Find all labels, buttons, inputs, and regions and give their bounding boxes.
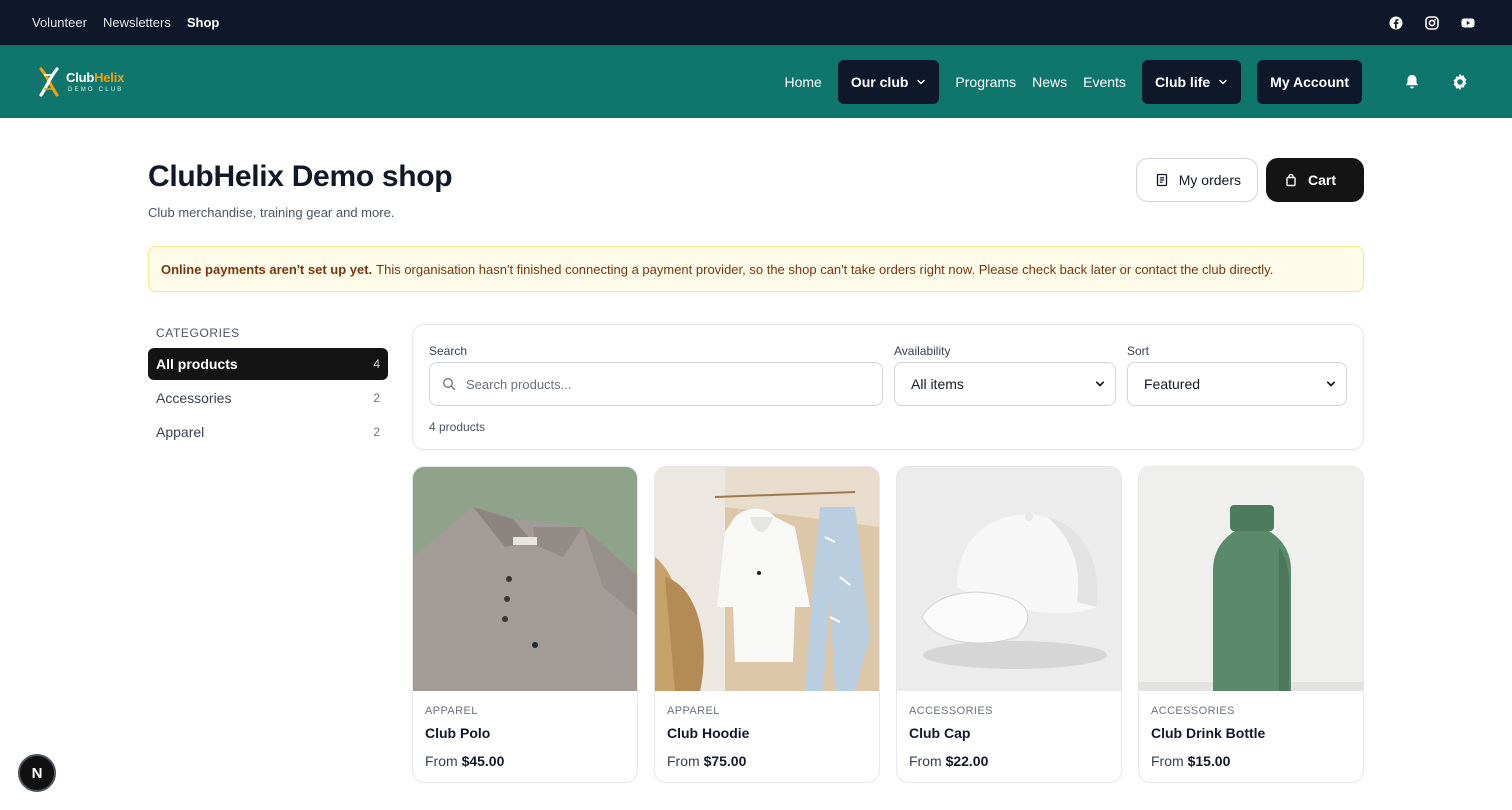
price-value: $15.00: [1187, 753, 1231, 769]
nav-items: Home Our club Programs News Events Club …: [777, 59, 1362, 104]
shopping-bag-icon: [1284, 173, 1298, 187]
price-prefix: From: [909, 753, 942, 769]
alert-heading: Online payments aren't set up yet.: [161, 261, 373, 277]
chevron-down-icon: [916, 77, 926, 87]
product-price: From $22.00: [909, 753, 988, 769]
instagram-icon[interactable]: [1425, 15, 1439, 30]
sort-select[interactable]: Featured: [1127, 362, 1347, 406]
product-category: APPAREL: [425, 705, 478, 717]
product-image-hoodie: [655, 467, 879, 691]
nav-our-club-label: Our club: [850, 73, 909, 90]
product-name: Club Drink Bottle: [1151, 725, 1266, 741]
youtube-icon[interactable]: [1461, 16, 1475, 30]
search-label: Search: [429, 344, 468, 358]
category-label: All products: [156, 356, 238, 372]
my-orders-button[interactable]: My orders: [1135, 158, 1258, 202]
utility-links: Volunteer Newsletters Shop: [32, 15, 219, 30]
cart-label: Cart: [1307, 172, 1336, 188]
cart-button[interactable]: Cart: [1265, 158, 1364, 202]
product-category: ACCESSORIES: [1151, 705, 1235, 717]
price-value: $22.00: [945, 753, 989, 769]
helix-logo-icon: [39, 66, 59, 97]
social-links: [1389, 15, 1480, 30]
price-prefix: From: [425, 753, 458, 769]
alert-text: This organisation hasn't finished connec…: [376, 261, 1274, 277]
product-name: Club Polo: [425, 725, 491, 741]
product-name: Club Cap: [909, 725, 971, 741]
product-price: From $15.00: [1151, 753, 1230, 769]
nav-club-life-label: Club life: [1154, 73, 1211, 90]
product-image-bottle: [1139, 467, 1363, 691]
price-value: $45.00: [461, 753, 505, 769]
category-apparel[interactable]: Apparel 2: [148, 416, 388, 448]
gear-icon[interactable]: [1450, 72, 1470, 92]
sort-label: Sort: [1127, 344, 1150, 358]
chevron-down-icon: [1218, 77, 1228, 87]
main-navigation: ClubHelix DEMO CLUB Home Our club Progra…: [0, 45, 1512, 118]
logo-name: ClubHelix: [66, 71, 124, 84]
nav-home[interactable]: Home: [777, 74, 830, 90]
payment-warning-banner: Online payments aren't set up yet. This …: [148, 246, 1364, 292]
product-price: From $45.00: [425, 753, 504, 769]
product-category: ACCESSORIES: [909, 705, 993, 717]
chevron-down-icon: [1095, 379, 1105, 389]
price-prefix: From: [667, 753, 700, 769]
category-label: Accessories: [156, 390, 232, 406]
dev-tools-badge[interactable]: N: [18, 754, 56, 792]
category-count: 2: [373, 391, 380, 405]
category-accessories[interactable]: Accessories 2: [148, 382, 388, 414]
header-actions: My orders Cart: [1135, 158, 1364, 202]
newsletters-link[interactable]: Newsletters: [103, 15, 171, 30]
availability-value: All items: [911, 376, 964, 392]
receipt-icon: [1155, 173, 1169, 187]
category-all-products[interactable]: All products 4: [148, 348, 388, 380]
logo-text: ClubHelix DEMO CLUB: [66, 71, 124, 93]
nav-our-club-dropdown[interactable]: Our club: [837, 59, 940, 104]
page-title: ClubHelix Demo shop: [148, 160, 453, 193]
volunteer-link[interactable]: Volunteer: [32, 15, 87, 30]
availability-select[interactable]: All items: [894, 362, 1116, 406]
category-label: Apparel: [156, 424, 205, 440]
category-list: All products 4 Accessories 2 Apparel 2: [148, 348, 388, 450]
product-card[interactable]: ACCESSORIES Club Cap From $22.00: [896, 466, 1122, 783]
product-card[interactable]: ACCESSORIES Club Drink Bottle From $15.0…: [1138, 466, 1364, 783]
nav-my-account-button[interactable]: My Account: [1257, 59, 1362, 104]
shop-link[interactable]: Shop: [187, 15, 220, 30]
logo-name-part1: Club: [66, 69, 95, 85]
category-count: 2: [373, 425, 380, 439]
utility-bar: Volunteer Newsletters Shop: [0, 0, 1512, 45]
price-value: $75.00: [703, 753, 747, 769]
product-category: APPAREL: [667, 705, 720, 717]
nav-icon-group: [1402, 72, 1470, 92]
price-prefix: From: [1151, 753, 1184, 769]
product-count: 4 products: [429, 420, 486, 434]
facebook-icon[interactable]: [1389, 16, 1403, 30]
product-name: Club Hoodie: [667, 725, 750, 741]
sort-value: Featured: [1144, 376, 1201, 392]
search-input[interactable]: [466, 376, 870, 392]
nav-programs[interactable]: Programs: [947, 74, 1024, 90]
availability-label: Availability: [894, 344, 951, 358]
nav-club-life-dropdown[interactable]: Club life: [1141, 59, 1242, 104]
product-price: From $75.00: [667, 753, 746, 769]
my-orders-label: My orders: [1178, 172, 1241, 188]
search-box[interactable]: [429, 362, 883, 406]
product-card[interactable]: APPAREL Club Hoodie From $75.00: [654, 466, 880, 783]
product-card[interactable]: APPAREL Club Polo From $45.00: [412, 466, 638, 783]
search-icon: [442, 377, 456, 391]
product-image-cap: [897, 467, 1121, 691]
product-image-polo: [413, 467, 637, 691]
category-count: 4: [373, 357, 380, 371]
bell-icon[interactable]: [1402, 72, 1422, 92]
nav-my-account-label: My Account: [1270, 73, 1349, 90]
nav-events[interactable]: Events: [1075, 74, 1134, 90]
logo-name-part2: Helix: [94, 69, 125, 85]
nav-news[interactable]: News: [1024, 74, 1075, 90]
categories-heading: CATEGORIES: [156, 326, 240, 340]
logo-subtitle: DEMO CLUB: [68, 86, 124, 93]
filter-panel: Search Availability All items Sort Featu…: [412, 324, 1364, 450]
club-logo[interactable]: ClubHelix DEMO CLUB: [38, 66, 124, 97]
page-subtitle: Club merchandise, training gear and more…: [148, 205, 395, 220]
chevron-down-icon: [1326, 379, 1336, 389]
